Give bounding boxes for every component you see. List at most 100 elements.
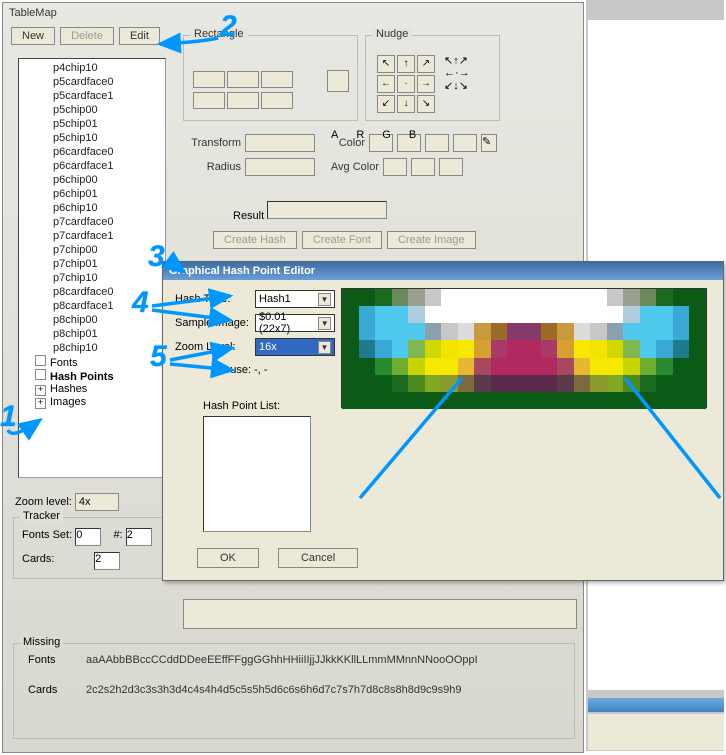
mouse-coords: Mouse: -, - (215, 364, 268, 376)
hash-point-list[interactable] (203, 416, 311, 532)
dialog-title: Graphical Hash Point Editor (163, 262, 723, 280)
create-font-button[interactable]: Create Font (302, 231, 382, 249)
ok-button[interactable]: OK (197, 548, 259, 568)
tree-root-hashes[interactable]: Hashes (19, 383, 165, 396)
annotation-3: 3 (148, 240, 165, 274)
tree-item[interactable]: p7chip10 (19, 271, 165, 285)
tree-item[interactable]: p5cardface1 (19, 89, 165, 103)
nudge-btn[interactable]: ↖ (377, 55, 395, 73)
nudge-btn[interactable]: ← (444, 67, 455, 79)
hash-type-value: Hash1 (259, 293, 291, 305)
hash-input[interactable]: 2 (126, 528, 152, 546)
annotation-5: 5 (150, 340, 167, 374)
tree-item[interactable]: p6chip00 (19, 173, 165, 187)
edit-button[interactable]: Edit (119, 27, 160, 45)
tree-item[interactable]: p5chip01 (19, 117, 165, 131)
transform-dropdown[interactable] (245, 134, 315, 152)
new-button[interactable]: New (11, 27, 55, 45)
rectangle-group: Rectangle (183, 35, 358, 121)
rect-cell[interactable] (227, 71, 259, 88)
nudge-btn[interactable]: ↑ (397, 55, 415, 73)
tree-item[interactable]: p7cardface1 (19, 229, 165, 243)
hash-point-editor-dialog: Graphical Hash Point Editor Hash Type: H… (162, 261, 724, 581)
tree-view[interactable]: p4chip10p5cardface0p5cardface1p5chip00p5… (18, 58, 166, 478)
missing-cards-label: Cards (28, 684, 86, 696)
transform-label: Transform (183, 137, 241, 149)
nudge-btn[interactable]: ↘ (417, 95, 435, 113)
nudge-btn[interactable]: → (459, 67, 470, 79)
rect-action-button[interactable] (327, 70, 349, 92)
nudge-btn[interactable]: ↙ (444, 80, 453, 92)
label-g: G (382, 129, 391, 141)
zoom-value: 4x (79, 496, 91, 508)
radius-dropdown[interactable] (245, 158, 315, 176)
result-row: Result (233, 201, 387, 222)
delete-button[interactable]: Delete (60, 27, 114, 45)
missing-fonts-label: Fonts (28, 654, 86, 666)
tree-item[interactable]: p5chip10 (19, 131, 165, 145)
result-field (267, 201, 387, 219)
chevron-down-icon: ▼ (318, 317, 331, 330)
tree-item[interactable]: p7cardface0 (19, 215, 165, 229)
rect-cell[interactable] (261, 71, 293, 88)
tree-item[interactable]: p5chip00 (19, 103, 165, 117)
nudge-btn[interactable]: ↗ (459, 55, 468, 67)
nudge-btn[interactable]: ↘ (459, 80, 468, 92)
tree-item[interactable]: p7chip01 (19, 257, 165, 271)
create-image-button[interactable]: Create Image (387, 231, 476, 249)
missing-fonts-value: aaAAbbBBccCCddDDeeEEffFFggGGhhHHiiIIjjJJ… (86, 654, 560, 666)
tree-root-hash-points[interactable]: Hash Points (19, 369, 165, 383)
nudge-grid-right: ↖↑↗ ←·→ ↙↓↘ (444, 54, 470, 92)
tree-item[interactable]: p6chip10 (19, 201, 165, 215)
cards-label: Cards: (22, 553, 54, 565)
annotation-2: 2 (220, 10, 237, 44)
fontsset-input[interactable]: 0 (75, 528, 101, 546)
cards-input[interactable]: 2 (94, 552, 120, 570)
create-row: Create Hash Create Font Create Image (213, 231, 478, 249)
nudge-btn[interactable]: ↗ (417, 55, 435, 73)
hash-point-list-label: Hash Point List: (203, 400, 280, 412)
dlg-zoom-label: Zoom Level: (175, 341, 255, 353)
create-hash-button[interactable]: Create Hash (213, 231, 297, 249)
dlg-zoom-value: 16x (259, 341, 277, 353)
sample-image-dropdown[interactable]: $0.01 (22x7)▼ (255, 314, 335, 332)
color-cell[interactable] (453, 134, 477, 152)
tree-item[interactable]: p5cardface0 (19, 75, 165, 89)
tree-item[interactable]: p8chip10 (19, 341, 165, 355)
hash-type-dropdown[interactable]: Hash1 ▼ (255, 290, 335, 308)
color-cell[interactable] (425, 134, 449, 152)
chevron-down-icon: ▼ (318, 293, 331, 306)
zoom-label: Zoom level: (15, 496, 72, 508)
eyedropper-icon[interactable]: ✎ (481, 134, 497, 152)
background-bottom (588, 714, 724, 750)
nudge-grid-left: ↖↑↗ ←·→ ↙↓↘ (376, 54, 436, 114)
rect-cell[interactable] (193, 71, 225, 88)
nudge-legend: Nudge (372, 28, 412, 40)
rect-inputs (192, 70, 294, 112)
rect-cell[interactable] (227, 92, 259, 109)
cancel-button[interactable]: Cancel (278, 548, 358, 568)
dlg-zoom-dropdown[interactable]: 16x▼ (255, 338, 335, 356)
tree-item[interactable]: p8chip01 (19, 327, 165, 341)
tree-item[interactable]: p6chip01 (19, 187, 165, 201)
rect-cell[interactable] (261, 92, 293, 109)
tree-root-images[interactable]: Images (19, 396, 165, 409)
tree-item[interactable]: p7chip00 (19, 243, 165, 257)
nudge-btn[interactable]: ↖ (444, 55, 453, 67)
nudge-btn[interactable]: ← (377, 75, 395, 93)
nudge-btn[interactable]: → (417, 75, 435, 93)
tree-item[interactable]: p4chip10 (19, 61, 165, 75)
tree-root-fonts[interactable]: Fonts (19, 355, 165, 369)
zoom-dropdown[interactable]: 4x (75, 493, 119, 511)
rect-cell[interactable] (193, 92, 225, 109)
avgcolor-cell (383, 158, 407, 176)
nudge-btn[interactable]: ↙ (377, 95, 395, 113)
nudge-btn[interactable]: · (397, 75, 415, 93)
rectangle-legend: Rectangle (190, 28, 248, 40)
sample-image-label: Sample Image: (175, 317, 255, 329)
avgcolor-cells (383, 158, 463, 176)
pixel-preview[interactable] (341, 288, 707, 408)
tree-item[interactable]: p6cardface0 (19, 145, 165, 159)
tree-item[interactable]: p6cardface1 (19, 159, 165, 173)
nudge-btn[interactable]: ↓ (397, 95, 415, 113)
